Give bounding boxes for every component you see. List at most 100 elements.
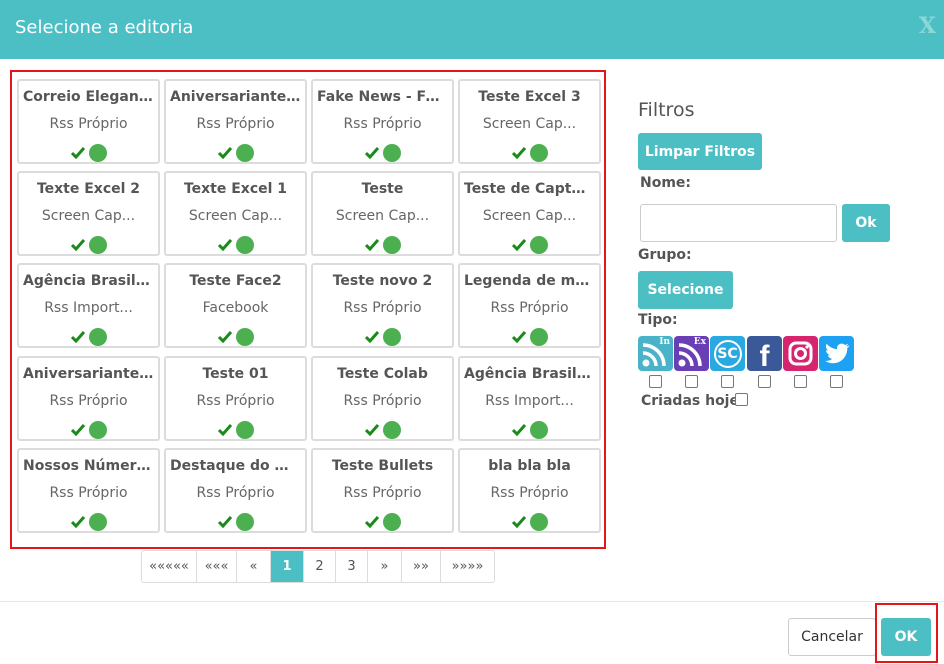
facebook-icon[interactable]: f	[747, 336, 782, 371]
editorial-card[interactable]: Teste Bullets Rss Próprio	[311, 448, 454, 533]
page-item[interactable]: «««	[197, 551, 237, 582]
card-type: Screen Cap...	[188, 208, 283, 224]
type-badge: SC	[713, 339, 742, 368]
check-icon	[364, 147, 379, 159]
status-dot-icon	[235, 421, 254, 439]
editorial-card[interactable]: Teste novo 2 Rss Próprio	[311, 263, 454, 348]
created-today-checkbox[interactable]	[735, 393, 748, 406]
editorial-card[interactable]: Legenda de mol... Rss Próprio	[458, 263, 601, 348]
check-icon	[70, 239, 85, 251]
editorial-card[interactable]: bla bla bla Rss Próprio	[458, 448, 601, 533]
card-status	[460, 512, 599, 532]
editorial-card[interactable]: Texte Excel 1 Screen Cap...	[164, 171, 307, 256]
check-icon	[511, 331, 526, 343]
card-type: Rss Próprio	[196, 116, 275, 132]
card-type: Rss Próprio	[490, 485, 569, 501]
twitter-icon[interactable]	[819, 336, 854, 371]
card-type: Rss Próprio	[49, 116, 128, 132]
screen-capture-icon[interactable]: SC	[710, 336, 745, 371]
check-icon	[70, 147, 85, 159]
card-type: Rss Próprio	[343, 116, 422, 132]
card-status	[460, 235, 599, 255]
editorial-card[interactable]: Destaque do M... Rss Próprio	[164, 448, 307, 533]
type-checkbox[interactable]	[758, 375, 771, 388]
card-name: bla bla bla	[488, 458, 571, 474]
page-item[interactable]: »	[368, 551, 402, 582]
type-checkbox[interactable]	[649, 375, 662, 388]
check-icon	[364, 239, 379, 251]
editorial-card[interactable]: Agência Brasil - ... Rss Import...	[458, 356, 601, 441]
editorial-card[interactable]: Teste Screen Cap...	[311, 171, 454, 256]
card-type: Rss Import...	[485, 393, 574, 409]
editorial-card[interactable]: Agência Brasil - ... Rss Import...	[17, 263, 160, 348]
editorial-card[interactable]: Teste Face2 Facebook	[164, 263, 307, 348]
card-type: Screen Cap...	[482, 116, 577, 132]
instagram-icon[interactable]	[783, 336, 818, 371]
check-icon	[511, 147, 526, 159]
card-type: Rss Próprio	[196, 485, 275, 501]
card-type: Rss Próprio	[490, 300, 569, 316]
close-icon[interactable]: X	[919, 13, 936, 39]
check-icon	[364, 424, 379, 436]
page-item[interactable]: 2	[304, 551, 336, 582]
page-item[interactable]: «	[237, 551, 271, 582]
cancel-button[interactable]: Cancelar	[788, 618, 876, 656]
card-type: Rss Próprio	[196, 393, 275, 409]
clear-filters-button[interactable]: Limpar Filtros	[638, 133, 762, 170]
rss-import-icon[interactable]: In	[638, 336, 673, 371]
status-dot-icon	[382, 144, 401, 162]
ok-button[interactable]: OK	[881, 618, 931, 656]
check-icon	[364, 516, 379, 528]
check-icon	[70, 516, 85, 528]
status-dot-icon	[382, 513, 401, 531]
created-today-label: Criadas hoje	[641, 393, 739, 409]
check-icon	[217, 331, 232, 343]
type-badge: f	[759, 339, 770, 372]
card-type: Rss Import...	[44, 300, 133, 316]
card-type: Rss Próprio	[49, 485, 128, 501]
type-checkbox[interactable]	[794, 375, 807, 388]
editorial-card[interactable]: Nossos Número... Rss Próprio	[17, 448, 160, 533]
check-icon	[217, 424, 232, 436]
editorial-card[interactable]: Texte Excel 2 Screen Cap...	[17, 171, 160, 256]
page-item[interactable]: »»	[402, 551, 441, 582]
editorial-card[interactable]: Teste de Captur... Screen Cap...	[458, 171, 601, 256]
rss-export-icon[interactable]: Ex	[674, 336, 709, 371]
type-checkbox[interactable]	[721, 375, 734, 388]
editorial-card[interactable]: Teste Excel 3 Screen Cap...	[458, 79, 601, 164]
card-status	[460, 143, 599, 163]
check-icon	[511, 239, 526, 251]
status-dot-icon	[235, 328, 254, 346]
name-input[interactable]	[640, 204, 837, 242]
card-status	[19, 327, 158, 347]
page-item[interactable]: 1	[271, 551, 304, 582]
page-item[interactable]: »»»»	[441, 551, 494, 582]
status-dot-icon	[235, 144, 254, 162]
editorial-card[interactable]: Aniversariantes... Rss Próprio	[164, 79, 307, 164]
card-name: Teste Bullets	[331, 458, 434, 474]
card-type: Rss Próprio	[343, 485, 422, 501]
page-item[interactable]: 3	[336, 551, 368, 582]
card-status	[460, 420, 599, 440]
editorial-card[interactable]: Teste Colab Rss Próprio	[311, 356, 454, 441]
card-type: Facebook	[202, 300, 269, 316]
card-name: Fake News - Fe...	[317, 89, 448, 105]
name-ok-button[interactable]: Ok	[842, 204, 890, 242]
card-status	[166, 327, 305, 347]
type-badge: Ex	[693, 337, 706, 347]
card-status	[166, 420, 305, 440]
type-checkbox[interactable]	[830, 375, 843, 388]
card-name: Teste 01	[202, 366, 269, 382]
page-item[interactable]: «««««	[142, 551, 197, 582]
editorial-card[interactable]: Teste 01 Rss Próprio	[164, 356, 307, 441]
type-checkbox[interactable]	[685, 375, 698, 388]
editorial-card[interactable]: Correio Elegant... Rss Próprio	[17, 79, 160, 164]
editorial-card[interactable]: Fake News - Fe... Rss Próprio	[311, 79, 454, 164]
group-select-button[interactable]: Selecione	[638, 271, 733, 309]
card-type: Rss Próprio	[343, 393, 422, 409]
filters-title: Filtros	[638, 99, 695, 121]
editorial-card[interactable]: Aniversariantes... Rss Próprio	[17, 356, 160, 441]
card-name: Legenda de mol...	[464, 273, 595, 289]
card-status	[313, 143, 452, 163]
card-status	[166, 235, 305, 255]
